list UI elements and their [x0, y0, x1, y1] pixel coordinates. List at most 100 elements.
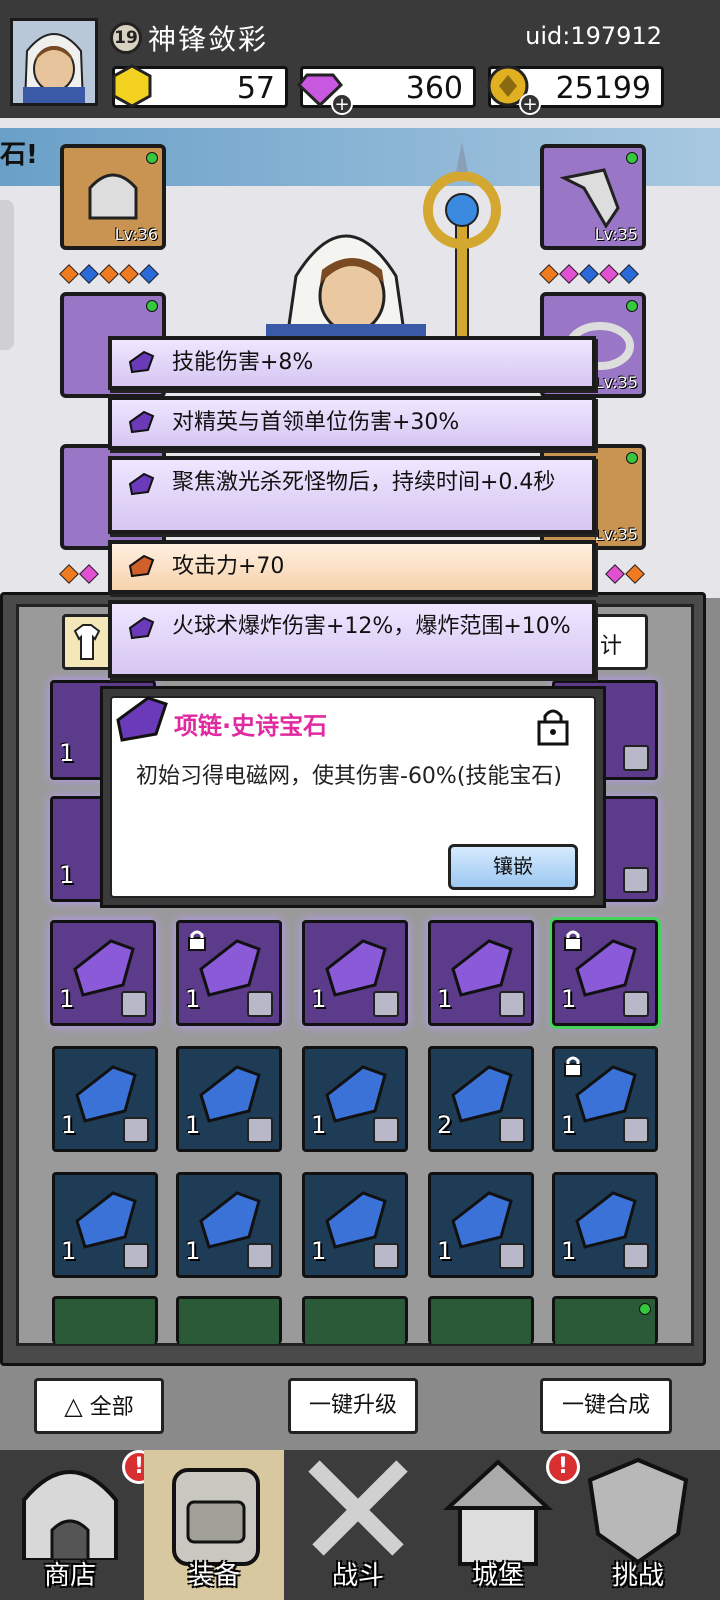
equip-slot-helmet[interactable]: Lv:36 [60, 144, 166, 250]
purple-gem-icon [128, 350, 155, 374]
diamond-counter[interactable]: + 360 [297, 66, 476, 115]
gem-slot-blue[interactable]: 1 [428, 1172, 534, 1278]
gem-quantity: 1 [185, 1237, 201, 1265]
shield-crest-icon [587, 1457, 689, 1565]
gem-slot-blue[interactable]: 1 [552, 1046, 658, 1152]
orange-socket-icon [119, 264, 139, 284]
necklace-type-icon [623, 991, 649, 1017]
filter-all-button[interactable]: △ 全部 [34, 1378, 164, 1434]
nav-battle-label: 战斗 [331, 1561, 384, 1591]
coin-value: 25199 [555, 71, 651, 106]
staff-weapon [410, 142, 514, 353]
player-uid: uid:197912 [525, 22, 662, 50]
gem-socket-row [59, 264, 159, 284]
gem-slot-green[interactable] [176, 1296, 282, 1344]
side-drawer-handle[interactable] [0, 200, 14, 350]
affix-text: 技能伤害+8% [172, 350, 314, 375]
gem-slot-blue[interactable]: 1 [302, 1046, 408, 1152]
gem-slot-blue[interactable]: 1 [52, 1046, 158, 1152]
gem-detail-description: 初始习得电磁网，使其伤害-60%(技能宝石) [136, 764, 563, 789]
affix-row: 对精英与首领单位伤害+30% [108, 396, 596, 450]
affix-row: 攻击力+70 [108, 540, 596, 594]
equip-level: Lv:35 [594, 225, 638, 244]
affix-row: 聚焦激光杀死怪物后，持续时间+0.4秒 [108, 456, 596, 534]
epic-gem-icon [112, 690, 172, 750]
add-coin-icon[interactable]: + [519, 93, 541, 115]
nav-battle[interactable]: 战斗 [288, 1450, 428, 1600]
gem-slot-blue[interactable]: 1 [302, 1172, 408, 1278]
lock-icon [564, 930, 582, 951]
gem-slot-blue[interactable]: 1 [552, 1172, 658, 1278]
blue-socket-icon [579, 264, 599, 284]
gem-quantity: 1 [59, 739, 75, 767]
upgrade-available-dot [626, 452, 638, 464]
purple-gem-icon [128, 410, 155, 434]
add-diamond-icon[interactable]: + [331, 93, 353, 115]
nav-challenge[interactable]: 挑战 [568, 1450, 708, 1600]
gem-slot-purple-2[interactable]: 1 [176, 920, 282, 1026]
gem-quantity: 1 [59, 861, 75, 889]
affix-text: 攻击力+70 [172, 554, 285, 579]
gem-quantity: 2 [437, 1111, 453, 1139]
gem-slot-green[interactable] [302, 1296, 408, 1344]
gem-slot-purple-3[interactable]: 1 [302, 920, 408, 1026]
purple-gem-icon [128, 616, 155, 640]
gem-socket-row [539, 264, 639, 284]
armor-type-icon [373, 1117, 399, 1143]
nav-equipment[interactable]: 装备 [144, 1450, 284, 1600]
coin-counter[interactable]: + 25199 [487, 65, 664, 115]
gem-slot-blue[interactable]: 2 [428, 1046, 534, 1152]
notice-banner-text: 石! [0, 140, 38, 170]
gem-quantity: 1 [437, 985, 453, 1013]
lock-toggle-icon[interactable] [536, 706, 570, 746]
gem-slot-green[interactable] [428, 1296, 534, 1344]
hat-type-icon [623, 1243, 649, 1269]
ring-type-icon [123, 1117, 149, 1143]
gem-slot-green[interactable] [552, 1296, 658, 1344]
gem-slot-purple-4[interactable]: 1 [428, 920, 534, 1026]
nav-shop[interactable]: ! 商店 [0, 1450, 156, 1600]
equip-level: Lv:36 [114, 225, 158, 244]
one-click-upgrade-button[interactable]: 一键升级 [288, 1378, 418, 1434]
orange-socket-icon [59, 564, 79, 584]
nav-castle[interactable]: ! 城堡 [428, 1450, 580, 1600]
nav-equipment-label: 装备 [187, 1561, 240, 1591]
gem-quantity: 1 [61, 1237, 77, 1265]
gem-quantity: 1 [437, 1237, 453, 1265]
gem-slot-blue[interactable]: 1 [52, 1172, 158, 1278]
diamond-value: 360 [405, 71, 463, 106]
gem-quantity: 1 [311, 985, 327, 1013]
affix-text: 聚焦激光杀死怪物后，持续时间+0.4秒 [172, 470, 556, 495]
gem-slot-blue[interactable]: 1 [176, 1172, 282, 1278]
player-avatar[interactable] [10, 18, 98, 106]
armor-type-icon [499, 1117, 525, 1143]
backpack-icon [172, 1468, 260, 1566]
blue-socket-icon [139, 264, 159, 284]
inlay-button[interactable]: 镶嵌 [448, 844, 578, 890]
one-click-merge-button[interactable]: 一键合成 [540, 1378, 672, 1434]
weapon-type-icon [623, 867, 649, 893]
orange-gem-icon [128, 554, 155, 578]
gem-slot-blue[interactable]: 1 [176, 1046, 282, 1152]
gem-slot-purple-1[interactable]: 1 [50, 920, 156, 1026]
gem-slot-purple-5-selected[interactable]: 1 [549, 917, 661, 1029]
equip-slot-gloves[interactable]: Lv:35 [540, 144, 646, 250]
weapon-type-icon [123, 1243, 149, 1269]
ring-type-icon [247, 1117, 273, 1143]
orange-socket-icon [625, 564, 645, 584]
gem-slot-green[interactable] [52, 1296, 158, 1344]
pink-socket-icon [599, 264, 619, 284]
gem-quantity: 1 [311, 1111, 327, 1139]
pink-socket-icon [79, 564, 99, 584]
necklace-type-icon [499, 991, 525, 1017]
gem-quantity: 1 [185, 985, 201, 1013]
weapon-type-icon [373, 1243, 399, 1269]
magic-staff-icon [423, 142, 501, 353]
lock-icon [188, 930, 206, 951]
gold-gem-counter: 57 [112, 64, 288, 108]
gem-socket-row [59, 564, 99, 584]
orange-socket-icon [59, 264, 79, 284]
hooded-hero-portrait-icon [13, 21, 95, 103]
hat-type-icon [373, 991, 399, 1017]
gem-quantity: 1 [561, 985, 577, 1013]
